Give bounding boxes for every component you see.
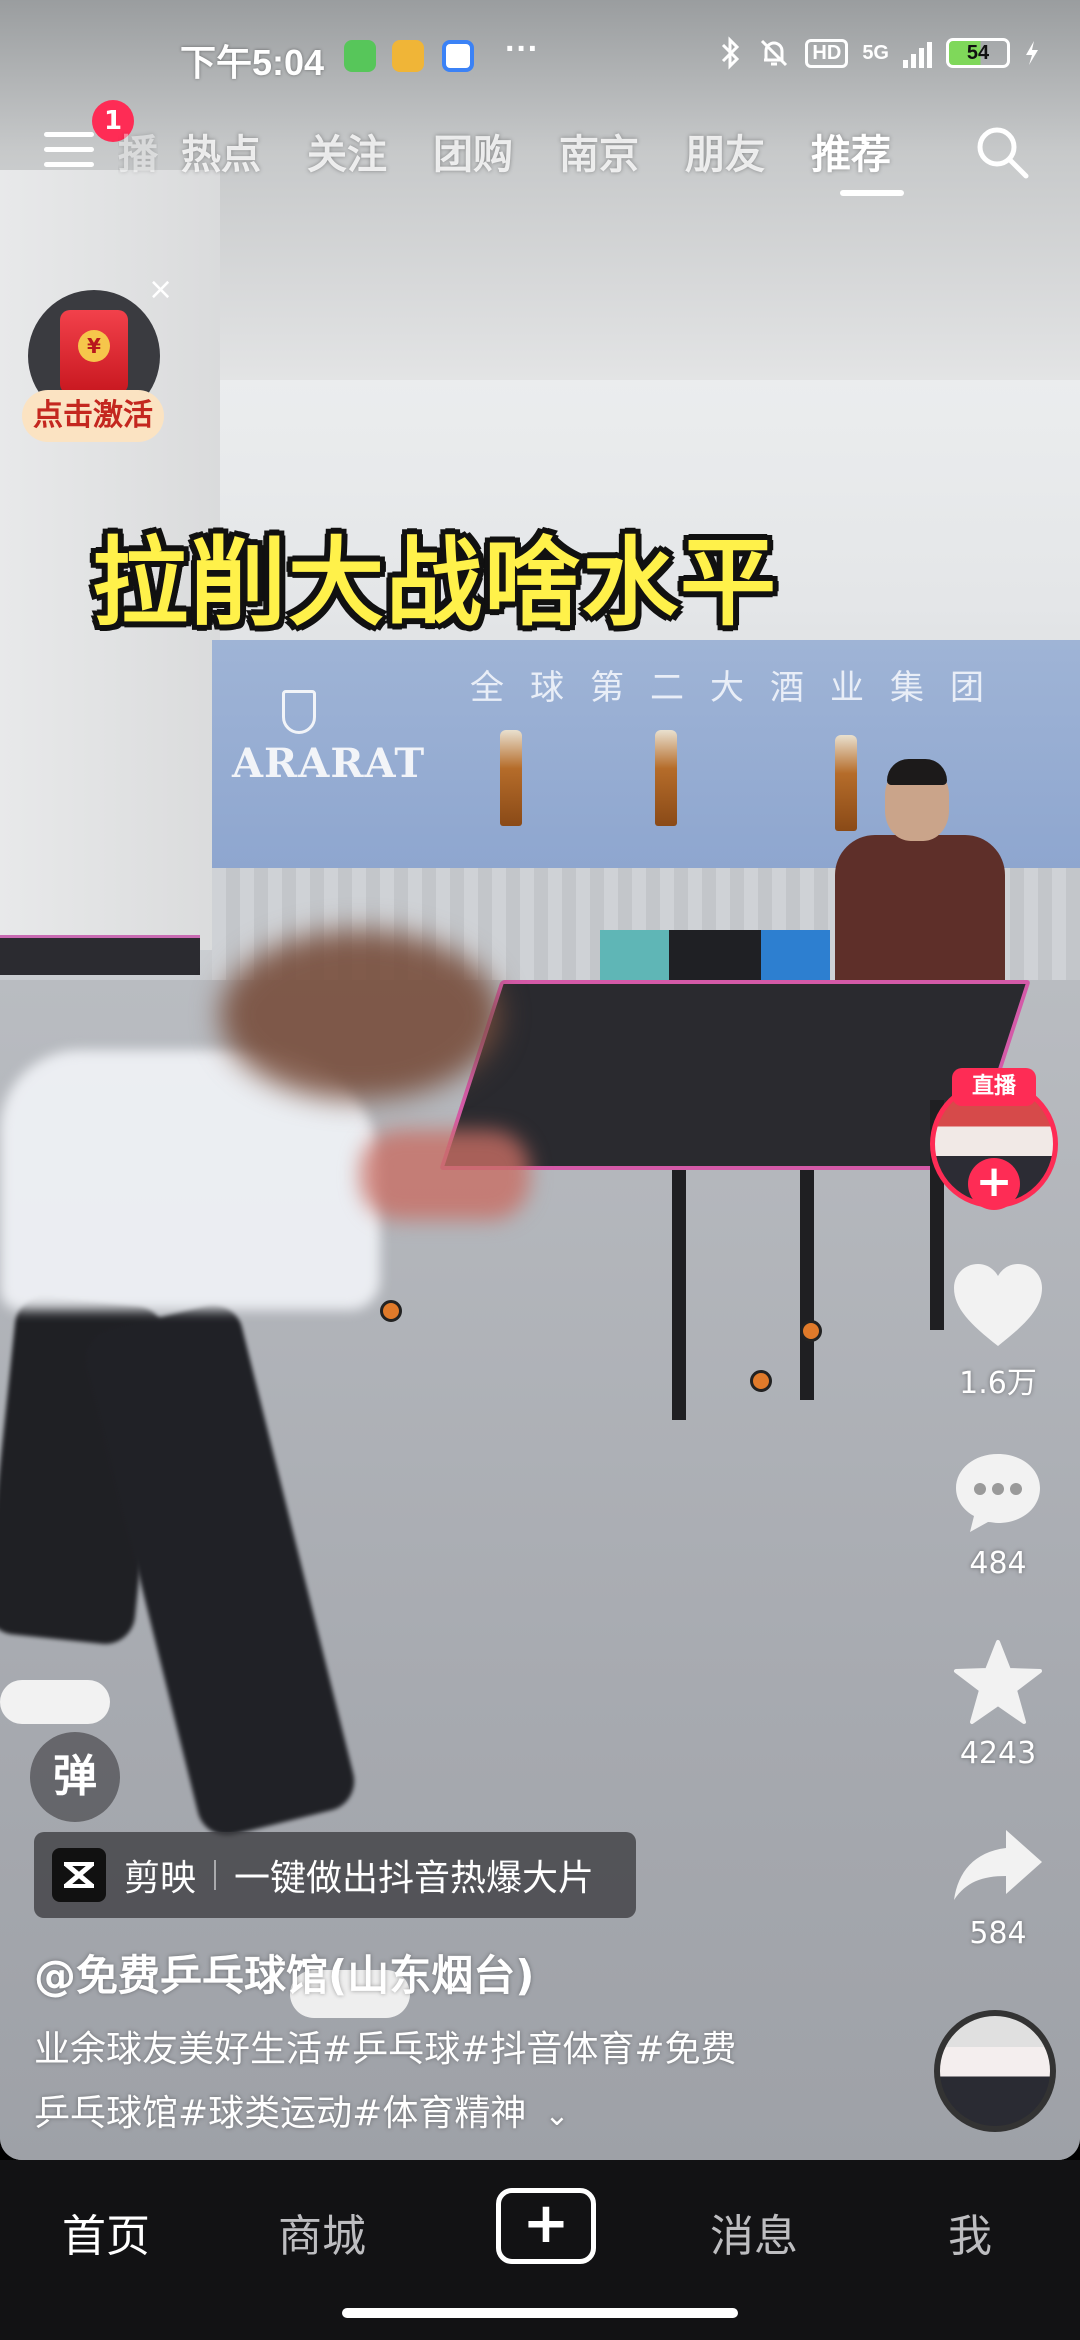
- danmu-toggle[interactable]: 弹: [30, 1732, 120, 1822]
- nav-tabs: 直播 热点 关注 团购 南京 朋友 推荐: [118, 122, 914, 180]
- status-time: 下午5:04: [180, 42, 325, 83]
- tab-following[interactable]: 关注: [284, 122, 410, 180]
- bottom-nav: 首页 商城 + 消息 我: [0, 2160, 1080, 2340]
- share-button[interactable]: 584: [938, 1826, 1058, 1951]
- tab-recommend[interactable]: 推荐: [788, 122, 914, 180]
- active-tab-indicator: [840, 190, 904, 196]
- comment-icon: [956, 1454, 1040, 1532]
- star-icon: [954, 1640, 1042, 1724]
- table-leg: [800, 1170, 814, 1400]
- banner-text: 全球第二大酒业集团: [470, 668, 1010, 708]
- close-icon[interactable]: ×: [148, 272, 173, 307]
- brand-logo-text: ARARAT: [232, 740, 426, 787]
- opponent-player: [835, 759, 1015, 1005]
- expand-chevron-icon[interactable]: ⌄: [544, 2084, 569, 2148]
- search-icon[interactable]: [972, 122, 1032, 182]
- network-type: 5G: [862, 42, 889, 64]
- battery-indicator: 54: [946, 38, 1010, 68]
- wheel: [800, 1320, 822, 1342]
- home-indicator[interactable]: [342, 2308, 738, 2318]
- description-line: 业余球友美好生活#乒乓球#抖音体育#免费: [34, 2029, 737, 2070]
- table-leg: [672, 1170, 686, 1420]
- capcut-promo-bar[interactable]: 剪映 一键做出抖音热爆大片: [34, 1832, 636, 1918]
- follow-button[interactable]: +: [968, 1158, 1020, 1210]
- favorite-count: 4243: [959, 1736, 1037, 1771]
- live-badge: 直播: [952, 1068, 1036, 1106]
- favorite-button[interactable]: 4243: [938, 1638, 1058, 1771]
- comment-button[interactable]: 484: [938, 1450, 1058, 1581]
- baidu-notif-icon: [442, 40, 474, 72]
- coin-icon: ¥: [78, 330, 110, 362]
- menu-icon[interactable]: [44, 132, 94, 176]
- comment-count: 484: [969, 1546, 1027, 1581]
- promo-slogan: 一键做出抖音热爆大片: [234, 1858, 595, 1899]
- tab-live[interactable]: 直播: [118, 122, 158, 180]
- nav-home[interactable]: 首页: [26, 2200, 186, 2264]
- capcut-logo-icon: [52, 1848, 106, 1902]
- like-count: 1.6万: [959, 1366, 1037, 1401]
- nav-messages[interactable]: 消息: [674, 2200, 834, 2264]
- status-right: HD 5G 54: [719, 36, 1040, 70]
- top-nav: 1 直播 热点 关注 团购 南京 朋友 推荐: [0, 100, 1080, 196]
- bottle-icon: [500, 730, 522, 826]
- signal-bars-icon: [903, 38, 932, 68]
- video-description[interactable]: 业余球友美好生活#乒乓球#抖音体育#免费 乒乓球馆#球类运动#体育精神 ⌄: [34, 2018, 854, 2148]
- like-button[interactable]: 1.6万: [938, 1262, 1058, 1402]
- wechat-notif-icon: [344, 40, 376, 72]
- brand-crest-icon: [282, 690, 316, 734]
- hd-icon: HD: [805, 38, 849, 68]
- promo-app-name: 剪映: [124, 1858, 197, 1899]
- tab-friends[interactable]: 朋友: [662, 122, 788, 180]
- tab-hot[interactable]: 热点: [158, 122, 284, 180]
- description-line: 乒乓球馆#球类运动#体育精神 ⌄: [34, 2082, 854, 2148]
- promo-divider: [214, 1860, 217, 1890]
- app-notif-icon: [392, 40, 424, 72]
- more-notifs-icon: ···: [505, 30, 539, 68]
- nav-me[interactable]: 我: [890, 2200, 1050, 2264]
- bottle-icon: [655, 730, 677, 826]
- heart-icon: [954, 1264, 1042, 1346]
- nav-mall[interactable]: 商城: [242, 2200, 402, 2264]
- tab-nanjing[interactable]: 南京: [536, 122, 662, 180]
- status-bar: 下午5:04 ··· HD 5G 54: [0, 26, 1080, 90]
- charging-icon: [1026, 41, 1038, 65]
- create-button[interactable]: +: [496, 2188, 596, 2264]
- screen: 全球第二大酒业集团 ARARAT 拉削大战啥水平 下午5:04 ··· HD 5…: [0, 0, 1080, 2340]
- wheel: [750, 1370, 772, 1392]
- share-arrow-icon: [954, 1830, 1042, 1900]
- activate-button[interactable]: 点击激活: [22, 390, 164, 442]
- bluetooth-icon: [722, 36, 740, 70]
- share-count: 584: [969, 1916, 1027, 1951]
- tab-groupbuy[interactable]: 团购: [410, 122, 536, 180]
- music-disc[interactable]: [934, 2010, 1056, 2132]
- video-overlay-title: 拉削大战啥水平: [92, 527, 778, 639]
- author-name[interactable]: @免费乒乓球馆(山东烟台): [34, 1942, 534, 2003]
- mute-bell-icon: [761, 39, 788, 67]
